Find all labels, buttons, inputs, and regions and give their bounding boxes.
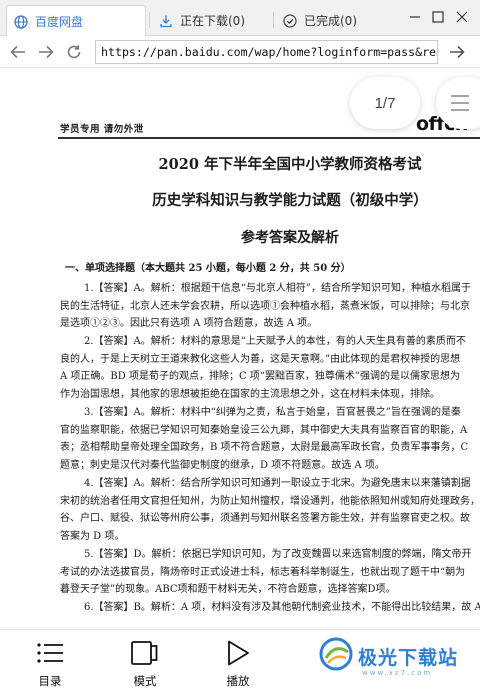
download-icon bbox=[152, 14, 180, 28]
aurora-logo-icon bbox=[318, 636, 354, 676]
text-line: 官的监察职能，依据已学知识可知秦始皇设三公九卿，其中御史大夫具有监察百官的职能，… bbox=[60, 424, 468, 436]
arrow-right-icon bbox=[450, 45, 465, 59]
maximize-button[interactable] bbox=[428, 7, 448, 27]
mode-label: 模式 bbox=[133, 674, 157, 688]
tab-downloading[interactable]: 正在下载(0) bbox=[152, 5, 270, 36]
text-line: 5.【答案】D。解析：依据已学知识可知，为了改变魏晋以来选官制度的弊端，隋文帝开 bbox=[84, 549, 472, 560]
close-button[interactable] bbox=[452, 7, 472, 27]
site-watermark: 极光下载站 www.xz7.com bbox=[318, 631, 478, 681]
text-line: 2.【答案】A。解析：材料的意思是“上天赋予人的本性，有的人天生具有善的素质而不 bbox=[84, 336, 466, 347]
tab-label: 已完成(0) bbox=[304, 14, 357, 28]
refresh-button[interactable] bbox=[63, 41, 85, 63]
refresh-icon bbox=[67, 45, 81, 59]
tab-divider bbox=[273, 12, 274, 28]
back-button[interactable] bbox=[7, 41, 29, 63]
answer-paragraph: 1.【答案】A。解析：根据题干信息“与北京人相符”，结合所学知识可知，种植水稻属… bbox=[60, 280, 480, 333]
page-indicator[interactable]: 1/7 bbox=[350, 77, 420, 129]
text-line: 考试的办法选拔官员，隋炀帝时正式设进士科，标志着科举制诞生，也就出现了题干中“朝… bbox=[60, 566, 466, 578]
menu-button[interactable] bbox=[436, 77, 480, 129]
mode-button[interactable]: 模式 bbox=[115, 636, 175, 690]
minimize-button[interactable] bbox=[405, 7, 425, 27]
document-page: 学员专用 请勿外泄 offcn 2020 年下半年全国中小学教师资格考试 历史学… bbox=[0, 69, 480, 629]
url-input[interactable]: https://pan.baidu.com/wap/home?loginform… bbox=[95, 40, 438, 64]
watermark-url: www.xz7.com bbox=[362, 669, 433, 677]
text-line: 表；丞相帮助皇帝处理全国政务，B 项不符合题意，太尉是最高军政长官，负责军事事务… bbox=[60, 442, 469, 453]
text-line: 暮登天子堂”的现象。ABC项和题干材料无关，不符合题意，选择答案D项。 bbox=[60, 584, 396, 595]
answer-paragraph: 4.【答案】A。解析：结合所学知识可知通判一职设立于北宋。为避免唐末以来藩镇割据… bbox=[60, 475, 480, 545]
doc-title: 2020 年下半年全国中小学教师资格考试 bbox=[158, 156, 422, 173]
arrow-right-icon bbox=[39, 45, 54, 59]
contents-button[interactable]: 目录 bbox=[20, 636, 80, 690]
answer-paragraph: 5.【答案】D。解析：依据已学知识可知，为了改变魏晋以来选官制度的弊端，隋文帝开… bbox=[60, 546, 480, 599]
address-toolbar: https://pan.baidu.com/wap/home?loginform… bbox=[0, 36, 480, 68]
answer-paragraph: 6.【答案】B。解析：A 项，材料没有涉及其他朝代制瓷业技术，不能得出比较结果，… bbox=[60, 599, 480, 617]
text-line: 3.【答案】A。解析：材料中“纠弹为之责，私言于始皇，百官甚畏之”旨在强调的是秦 bbox=[84, 407, 461, 418]
tab-bar: 百度网盘 正在下载(0) 已完成(0) bbox=[0, 0, 480, 36]
tab-baidu-pan[interactable]: 百度网盘 bbox=[6, 5, 146, 36]
text-line: 民的生活特征，北京人还未学会农耕，所以选项①会种植水稻，蒸煮米饭，可以排除；与北… bbox=[60, 300, 470, 312]
text-line: 良的人，于是上天树立王道来教化这些人为善，这是天意啊。”由此体现的是君权神授的思… bbox=[60, 353, 461, 365]
tab-label: 正在下载(0) bbox=[180, 14, 245, 28]
arrow-left-icon bbox=[10, 45, 25, 59]
section-heading: 一、单项选择题（本大题共 25 小题，每小题 2 分，共 50 分） bbox=[65, 263, 351, 274]
text-line: 作为治国思想，其他家的思想被拒绝在国家的主流思想之外，这在材料未体现，排除。 bbox=[60, 388, 440, 400]
contents-label: 目录 bbox=[38, 674, 62, 688]
close-icon bbox=[456, 11, 468, 23]
tab-divider bbox=[149, 12, 150, 28]
answer-paragraph: 2.【答案】A。解析：材料的意思是“上天赋予人的本性，有的人天生具有善的素质而不… bbox=[60, 333, 480, 403]
text-line: 答案为 D 项。 bbox=[60, 530, 125, 542]
list-icon bbox=[36, 636, 64, 670]
mode-icon bbox=[130, 636, 160, 670]
text-line: 4.【答案】A。解析：结合所学知识可知通判一职设立于北宋。为避免唐末以来藩镇割据 bbox=[84, 478, 471, 489]
doc-header-note: 学员专用 请勿外泄 bbox=[60, 124, 144, 135]
text-line: 是选项①②③。因此只有选项 A 项符合题意，故选 A 项。 bbox=[60, 318, 318, 329]
hamburger-icon bbox=[451, 95, 469, 111]
text-line: A 项正确。BD 项是荀子的观点，排除；C 项“罢黜百家，独尊儒术”强调的是以儒… bbox=[60, 371, 460, 382]
text-line: 1.【答案】A。解析：根据题干信息“与北京人相符”，结合所学知识可知，种植水稻属… bbox=[84, 283, 471, 294]
doc-heading: 参考答案及解析 bbox=[241, 230, 339, 246]
play-icon bbox=[225, 636, 251, 670]
document-viewer[interactable]: 学员专用 请勿外泄 offcn 2020 年下半年全国中小学教师资格考试 历史学… bbox=[0, 69, 480, 629]
header-rule bbox=[58, 137, 480, 139]
tab-completed[interactable]: 已完成(0) bbox=[276, 5, 394, 36]
text-line: 宋初的统治者任用文官担任知州，为防止知州擅权，增设通判，他能依照知州或知府处理政… bbox=[60, 495, 480, 507]
play-button[interactable]: 播放 bbox=[208, 636, 268, 690]
text-line: 6.【答案】B。解析：A 项，材料没有涉及其他朝代制瓷业技术，不能得出比较结果，… bbox=[84, 602, 480, 613]
doc-subtitle: 历史学科知识与教学能力试题（初级中学） bbox=[152, 192, 428, 209]
check-circle-icon bbox=[276, 13, 304, 28]
answer-paragraph: 3.【答案】A。解析：材料中“纠弹为之责，私言于始皇，百官甚畏之”旨在强调的是秦… bbox=[60, 404, 480, 474]
watermark-text: 极光下载站 bbox=[358, 646, 459, 669]
maximize-icon bbox=[432, 11, 444, 23]
go-button[interactable] bbox=[446, 41, 468, 63]
minimize-icon bbox=[410, 16, 420, 18]
play-label: 播放 bbox=[226, 674, 250, 688]
text-line: 题意；刺史是汉代对秦代监御史制度的继承，D 项不符题意。故选 A 项。 bbox=[60, 459, 385, 471]
text-line: 谷、户口、赋役、狱讼等州府公事，须通判与知州联名签署方能生效，并有监察官吏之权。… bbox=[60, 513, 470, 524]
forward-button[interactable] bbox=[35, 41, 57, 63]
globe-icon bbox=[7, 6, 35, 37]
